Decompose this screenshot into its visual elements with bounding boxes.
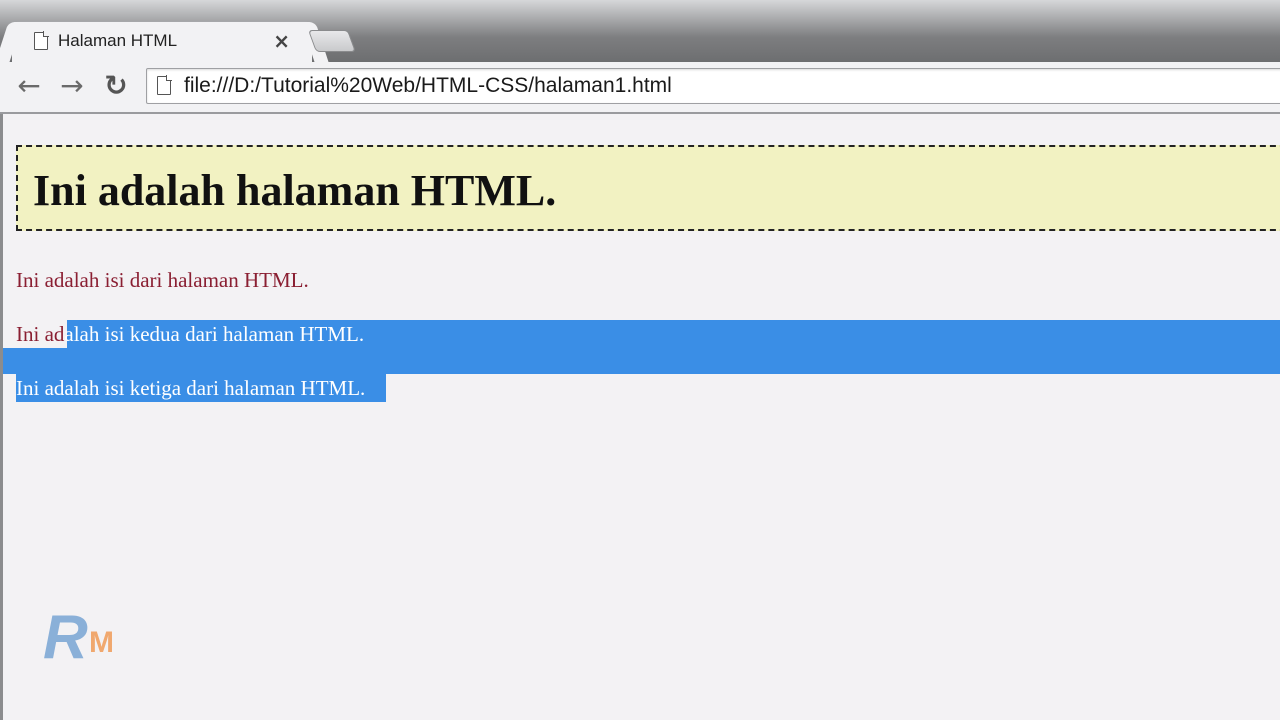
browser-window: Halaman HTML × ← → ↻ file:///D:/Tutorial… bbox=[0, 0, 1280, 720]
back-arrow-icon[interactable]: ← bbox=[12, 70, 46, 104]
address-bar[interactable]: file:///D:/Tutorial%20Web/HTML-CSS/halam… bbox=[146, 68, 1280, 104]
tab-title: Halaman HTML bbox=[58, 31, 178, 50]
page-heading: Ini adalah halaman HTML. bbox=[33, 166, 557, 215]
tab-halaman-html[interactable]: Halaman HTML × bbox=[12, 22, 312, 62]
close-icon[interactable]: × bbox=[273, 29, 290, 53]
watermark-logo: R M bbox=[43, 606, 133, 670]
address-url[interactable]: file:///D:/Tutorial%20Web/HTML-CSS/halam… bbox=[184, 74, 672, 98]
logo-letter-m: M bbox=[89, 626, 114, 659]
reload-icon[interactable]: ↻ bbox=[99, 70, 133, 104]
new-tab-button[interactable] bbox=[307, 30, 357, 52]
tab-strip: Halaman HTML × bbox=[0, 0, 1280, 62]
page-icon bbox=[34, 31, 49, 50]
paragraph-1: Ini adalah isi dari halaman HTML. bbox=[16, 268, 309, 292]
page-viewport: Ini adalah halaman HTML. Ini adalah isi … bbox=[0, 114, 1280, 720]
paragraph-3: Ini adalah isi ketiga dari halaman HTML. bbox=[16, 376, 366, 400]
paragraph-2-unselected: Ini ad bbox=[16, 322, 65, 346]
page-heading-box: Ini adalah halaman HTML. bbox=[16, 145, 1280, 231]
page-icon bbox=[157, 75, 172, 95]
toolbar: ← → ↻ file:///D:/Tutorial%20Web/HTML-CSS… bbox=[0, 62, 1280, 114]
paragraph-2: Ini adalah isi kedua dari halaman HTML. bbox=[16, 322, 364, 347]
paragraph-2-selected: alah isi kedua dari halaman HTML. bbox=[64, 322, 365, 346]
forward-arrow-icon[interactable]: → bbox=[55, 70, 89, 104]
logo-letter-r: R bbox=[43, 603, 88, 672]
